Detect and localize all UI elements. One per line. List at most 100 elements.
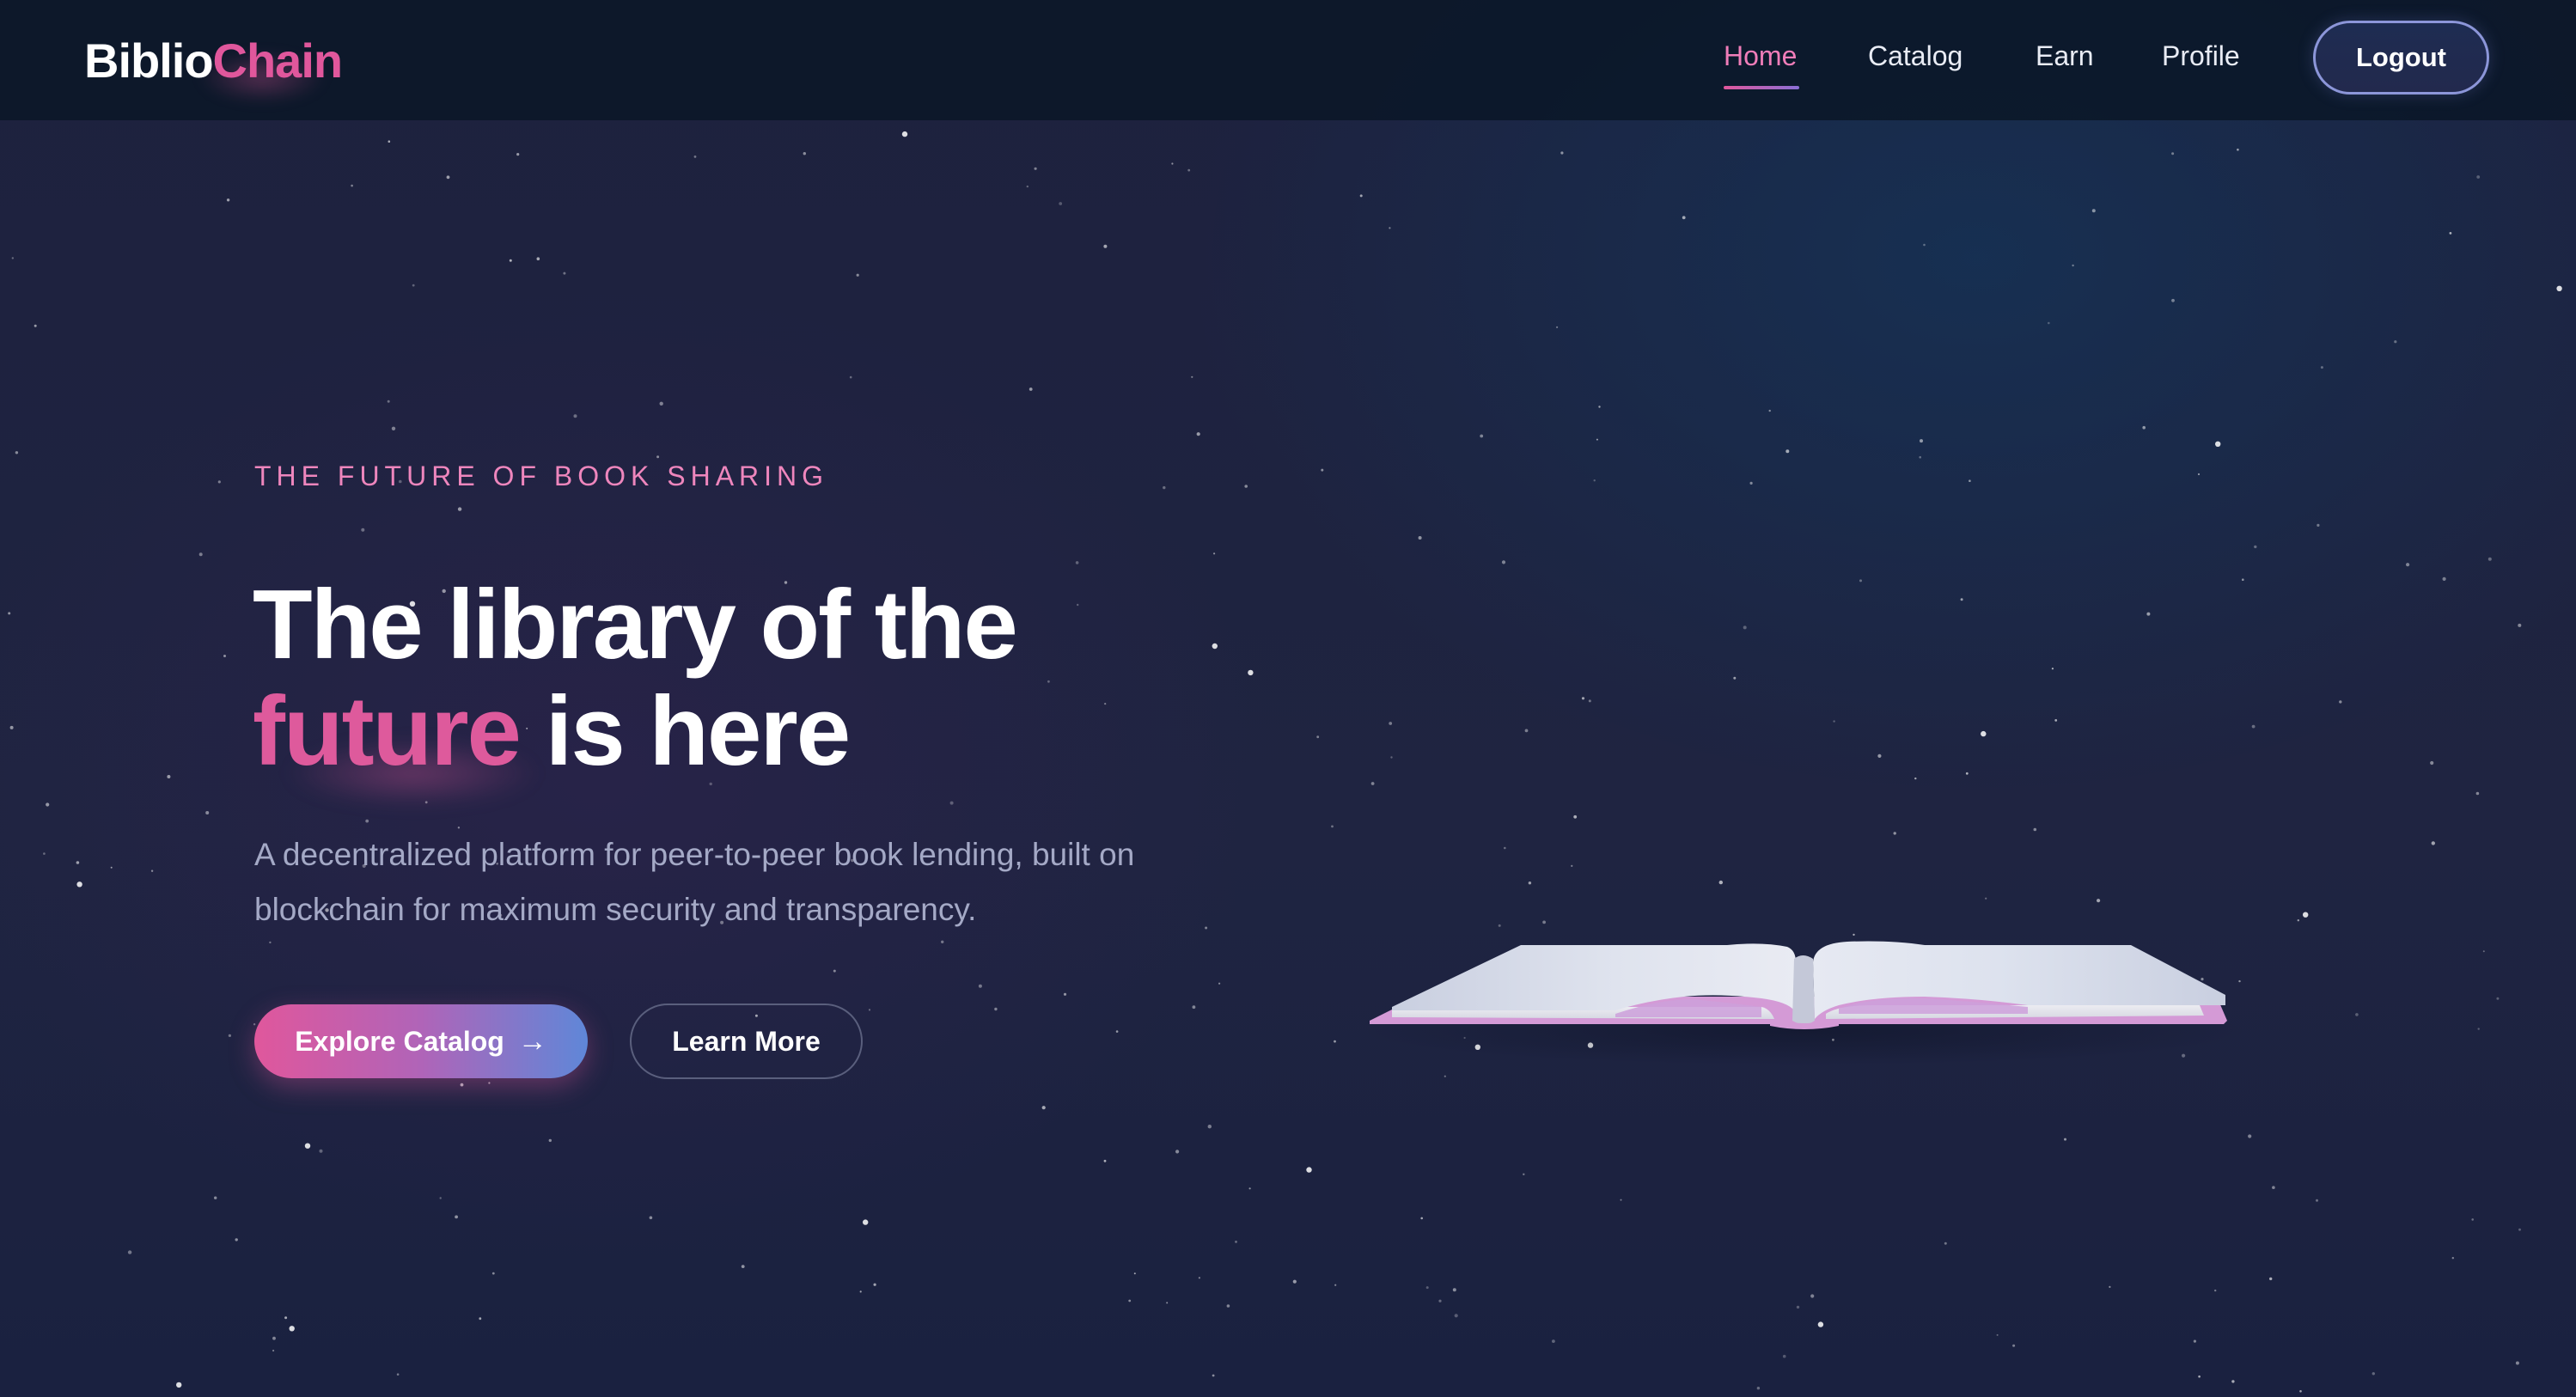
star bbox=[1041, 1106, 1046, 1110]
star bbox=[509, 259, 512, 262]
star bbox=[901, 131, 908, 137]
star bbox=[176, 1382, 182, 1388]
star bbox=[2012, 1344, 2016, 1347]
star bbox=[2054, 719, 2058, 722]
hero-eyebrow: THE FUTURE OF BOOK SHARING bbox=[254, 461, 829, 491]
star bbox=[223, 655, 226, 657]
star bbox=[365, 819, 369, 823]
star bbox=[1743, 625, 1747, 630]
star bbox=[269, 941, 272, 944]
logout-button[interactable]: Logout bbox=[2313, 21, 2489, 95]
star bbox=[573, 414, 577, 418]
star bbox=[1859, 579, 1862, 583]
star bbox=[1620, 1199, 1622, 1201]
star bbox=[1556, 326, 1559, 328]
star bbox=[1454, 1314, 1458, 1318]
nav-link-earn[interactable]: Earn bbox=[2036, 40, 2094, 72]
star bbox=[361, 528, 365, 532]
star bbox=[863, 1219, 869, 1225]
headline-accent-word: future bbox=[253, 677, 522, 786]
star bbox=[1581, 697, 1585, 700]
star bbox=[1749, 481, 1753, 485]
star bbox=[978, 984, 982, 988]
star bbox=[1552, 1339, 1555, 1343]
star bbox=[1389, 722, 1393, 725]
star bbox=[2482, 950, 2485, 953]
star bbox=[1480, 434, 1484, 438]
star bbox=[803, 152, 806, 156]
star bbox=[2091, 209, 2096, 213]
star bbox=[1785, 449, 1790, 454]
star bbox=[1244, 485, 1248, 488]
star bbox=[2142, 425, 2146, 430]
star bbox=[548, 1138, 552, 1143]
star bbox=[1104, 703, 1107, 705]
star bbox=[2317, 523, 2320, 528]
star bbox=[994, 1007, 998, 1011]
star bbox=[833, 969, 836, 973]
star bbox=[1944, 1241, 1947, 1245]
star bbox=[1321, 468, 1324, 472]
star bbox=[1175, 1150, 1180, 1154]
star bbox=[2171, 152, 2175, 156]
star bbox=[2320, 366, 2323, 369]
star bbox=[1029, 387, 1033, 391]
star bbox=[15, 451, 19, 454]
star bbox=[1504, 846, 1506, 850]
nav-link-profile[interactable]: Profile bbox=[2162, 40, 2240, 72]
explore-catalog-button[interactable]: Explore Catalog → bbox=[254, 1004, 588, 1078]
star bbox=[205, 811, 210, 814]
star bbox=[1501, 560, 1506, 564]
star bbox=[516, 153, 520, 156]
star bbox=[226, 198, 230, 202]
star bbox=[949, 801, 954, 805]
star bbox=[649, 1216, 653, 1220]
star bbox=[2171, 298, 2175, 302]
star bbox=[2064, 1138, 2066, 1141]
star bbox=[34, 324, 37, 327]
star bbox=[1212, 643, 1218, 650]
nav-link-catalog[interactable]: Catalog bbox=[1868, 40, 1963, 72]
star bbox=[2476, 175, 2481, 179]
open-book-icon bbox=[1358, 941, 2251, 1065]
star bbox=[1782, 1354, 1786, 1358]
star bbox=[1425, 1286, 1429, 1290]
star bbox=[319, 1149, 323, 1153]
star bbox=[1331, 825, 1334, 828]
star bbox=[1207, 1125, 1212, 1129]
star bbox=[2072, 264, 2074, 267]
star bbox=[1192, 1005, 1196, 1010]
star bbox=[2215, 441, 2221, 447]
star bbox=[1920, 439, 1923, 443]
nav-link-home[interactable]: Home bbox=[1724, 40, 1797, 72]
headline-line-1: The library of the bbox=[253, 570, 1018, 680]
star bbox=[859, 1290, 862, 1293]
star bbox=[1969, 479, 1971, 482]
star bbox=[1334, 1040, 1336, 1043]
star bbox=[2297, 919, 2299, 922]
star bbox=[1235, 1241, 1237, 1243]
star bbox=[2372, 1372, 2375, 1376]
star bbox=[150, 869, 154, 872]
learn-more-button[interactable]: Learn More bbox=[630, 1004, 863, 1079]
star bbox=[1334, 1284, 1337, 1286]
star bbox=[1389, 227, 1391, 229]
star bbox=[46, 802, 50, 807]
star bbox=[1573, 814, 1578, 819]
star bbox=[1817, 1321, 1824, 1327]
star bbox=[941, 940, 944, 944]
star bbox=[1923, 243, 1926, 247]
star bbox=[1914, 777, 1917, 780]
star bbox=[76, 882, 82, 888]
star bbox=[2394, 340, 2397, 344]
star bbox=[2193, 1339, 2196, 1343]
star bbox=[1893, 832, 1896, 835]
star bbox=[2430, 760, 2434, 766]
star bbox=[2451, 1257, 2454, 1260]
star bbox=[1075, 561, 1079, 564]
explore-catalog-label: Explore Catalog bbox=[295, 1025, 504, 1057]
star bbox=[1960, 598, 1963, 601]
star bbox=[1306, 1167, 1312, 1173]
star bbox=[1965, 772, 1969, 775]
star bbox=[1128, 1299, 1132, 1302]
